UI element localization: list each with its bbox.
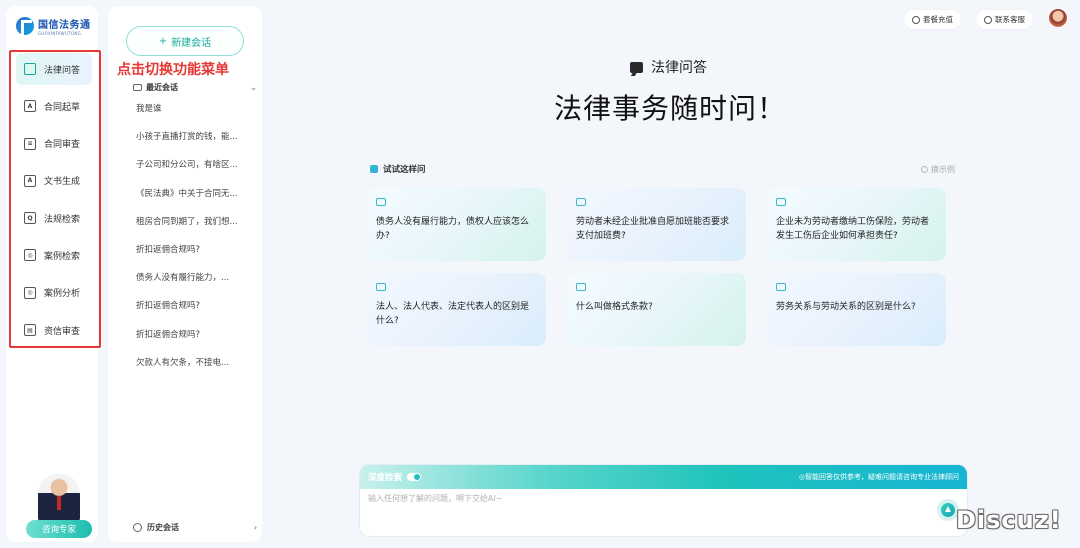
contract-review-icon: ≡ bbox=[24, 137, 36, 150]
chat-icon bbox=[376, 198, 386, 206]
nav-item-label: 案例检索 bbox=[44, 251, 81, 262]
example-card[interactable]: 劳动者未经企业批准自愿加班能否要求支付加班费? bbox=[567, 188, 746, 261]
chat-bubble-icon bbox=[630, 61, 643, 73]
chat-icon bbox=[776, 283, 786, 291]
session-item[interactable]: 折扣返佣合规吗? bbox=[136, 329, 246, 357]
nav-item-label: 法规检索 bbox=[44, 214, 81, 225]
logo-icon bbox=[16, 17, 34, 35]
deep-search-toggle[interactable] bbox=[407, 473, 422, 481]
user-avatar[interactable] bbox=[1048, 8, 1068, 28]
session-item[interactable]: 子公司和分公司，有啥区... bbox=[136, 159, 246, 187]
history-sessions[interactable]: 历史会话 › bbox=[133, 522, 257, 533]
nav-item-label: 案例分析 bbox=[44, 289, 81, 300]
session-list: 我是谁 小孩子直播打赏的钱，能... 子公司和分公司，有啥区... 《民法典》中… bbox=[136, 103, 246, 385]
refresh-label: 换示例 bbox=[931, 165, 955, 174]
question-input[interactable] bbox=[368, 494, 928, 503]
session-item[interactable]: 租房合同到期了，我们想... bbox=[136, 216, 246, 244]
sparkle-icon bbox=[370, 165, 378, 173]
mode-title: 法律问答 bbox=[630, 57, 707, 77]
example-card[interactable]: 什么叫做格式条款? bbox=[567, 273, 746, 346]
example-question: 企业未为劳动者缴纳工伤保险，劳动者发生工伤后企业如何承担责任? bbox=[776, 217, 930, 241]
nav-item-contract-review[interactable]: ≡ 合同审查 bbox=[16, 128, 92, 160]
example-question: 劳动者未经企业批准自愿加班能否要求支付加班费? bbox=[576, 217, 730, 241]
chat-icon bbox=[576, 283, 586, 291]
nav-item-legal-qa[interactable]: 法律问答 bbox=[16, 53, 92, 85]
nav-item-case-search[interactable]: ◎ 案例检索 bbox=[16, 239, 92, 271]
example-question: 什么叫做格式条款? bbox=[576, 302, 653, 312]
document-generate-icon: A bbox=[24, 174, 36, 187]
history-label: 历史会话 bbox=[147, 523, 179, 532]
law-search-icon: Q bbox=[24, 212, 36, 225]
support-button[interactable]: 联系客服 bbox=[976, 10, 1033, 29]
nav-item-label: 合同起草 bbox=[44, 102, 81, 113]
example-card[interactable]: 债务人没有履行能力，债权人应该怎么办? bbox=[367, 188, 546, 261]
case-search-icon: ◎ bbox=[24, 249, 36, 262]
logo[interactable]: 国信法务通 GUOXINFAWUTONG bbox=[16, 16, 91, 36]
refresh-examples-button[interactable]: 换示例 bbox=[921, 164, 955, 175]
recent-sessions-header[interactable]: 最近会话 ⌄ bbox=[133, 82, 257, 93]
example-question: 法人、法人代表、法定代表人的区别是什么? bbox=[376, 302, 530, 326]
session-item[interactable]: 折扣返佣合规吗? bbox=[136, 244, 246, 272]
plus-icon: + bbox=[158, 35, 168, 47]
example-card[interactable]: 劳务关系与劳动关系的区别是什么? bbox=[767, 273, 946, 346]
session-item[interactable]: 债务人没有履行能力，... bbox=[136, 272, 246, 300]
chat-input-panel: 深度检索 ◎智能回答仅供参考，疑难问题请咨询专业法律顾问 bbox=[359, 464, 968, 537]
consult-expert[interactable]: 咨询专家 bbox=[20, 472, 98, 542]
session-item[interactable]: 我是谁 bbox=[136, 103, 246, 131]
support-label: 联系客服 bbox=[995, 15, 1025, 24]
headset-icon bbox=[984, 15, 992, 24]
recent-sessions-label: 最近会话 bbox=[146, 83, 178, 92]
nav-item-contract-draft[interactable]: A 合同起草 bbox=[16, 90, 92, 122]
nav-item-document-generate[interactable]: A 文书生成 bbox=[16, 165, 92, 197]
input-toolbar: 深度检索 ◎智能回答仅供参考，疑难问题请咨询专业法律顾问 bbox=[360, 465, 967, 489]
chevron-right-icon: › bbox=[253, 523, 257, 532]
recharge-label: 套餐充值 bbox=[923, 15, 953, 24]
case-analysis-icon: ◎ bbox=[24, 286, 36, 299]
chat-icon bbox=[776, 198, 786, 206]
hero-heading: 法律事务随时问！ bbox=[554, 92, 787, 125]
nav-item-label: 合同审查 bbox=[44, 140, 81, 151]
nav-menu: 法律问答 A 合同起草 ≡ 合同审查 A 文书生成 Q 法规检索 ◎ 案例检索 … bbox=[16, 53, 92, 351]
nav-item-credit-review[interactable]: ▤ 资信审查 bbox=[16, 314, 92, 346]
recharge-button[interactable]: 套餐充值 bbox=[904, 10, 961, 29]
session-panel: + 新建会话 最近会话 ⌄ 我是谁 小孩子直播打赏的钱，能... 子公司和分公司… bbox=[108, 6, 262, 542]
example-card[interactable]: 企业未为劳动者缴纳工伤保险，劳动者发生工伤后企业如何承担责任? bbox=[767, 188, 946, 261]
chat-icon bbox=[24, 63, 36, 75]
watermark: Discuz! bbox=[956, 506, 1062, 534]
nav-item-case-analysis[interactable]: ◎ 案例分析 bbox=[16, 277, 92, 309]
example-card[interactable]: 法人、法人代表、法定代表人的区别是什么? bbox=[367, 273, 546, 346]
new-chat-label: 新建会话 bbox=[171, 37, 212, 49]
try-asking-label: 试试这样问 bbox=[383, 165, 426, 175]
deep-search-label: 深度检索 bbox=[368, 473, 403, 483]
logo-name: 国信法务通 bbox=[38, 20, 91, 31]
new-chat-button[interactable]: + 新建会话 bbox=[126, 26, 244, 56]
nav-item-label: 法律问答 bbox=[44, 65, 81, 76]
session-item[interactable]: 折扣返佣合规吗? bbox=[136, 300, 246, 328]
session-item[interactable]: 《民法典》中关于合同无... bbox=[136, 188, 246, 216]
credit-review-icon: ▤ bbox=[24, 324, 36, 337]
annotation-text: 点击切换功能菜单 bbox=[117, 62, 229, 78]
nav-item-label: 文书生成 bbox=[44, 177, 81, 188]
logo-subtitle: GUOXINFAWUTONG bbox=[38, 31, 82, 36]
coin-icon bbox=[912, 15, 920, 24]
example-question: 劳务关系与劳动关系的区别是什么? bbox=[776, 302, 916, 312]
send-arrow-icon bbox=[941, 503, 955, 517]
chat-icon bbox=[576, 198, 586, 206]
clock-icon bbox=[133, 523, 142, 532]
chat-icon bbox=[133, 84, 142, 91]
consult-expert-button[interactable]: 咨询专家 bbox=[26, 520, 92, 538]
session-item[interactable]: 小孩子直播打赏的钱，能... bbox=[136, 131, 246, 159]
chat-icon bbox=[376, 283, 386, 291]
mode-title-text: 法律问答 bbox=[651, 60, 707, 76]
contract-draft-icon: A bbox=[24, 100, 36, 113]
nav-item-label: 资信审查 bbox=[44, 326, 81, 337]
refresh-icon bbox=[921, 166, 928, 173]
chevron-down-icon: ⌄ bbox=[250, 83, 257, 92]
try-asking-header: 试试这样问 bbox=[370, 163, 426, 175]
disclaimer-text: ◎智能回答仅供参考，疑难问题请咨询专业法律顾问 bbox=[798, 473, 959, 481]
session-item[interactable]: 欠款人有欠条，不接电... bbox=[136, 357, 246, 385]
nav-item-law-search[interactable]: Q 法规检索 bbox=[16, 202, 92, 234]
example-question: 债务人没有履行能力，债权人应该怎么办? bbox=[376, 217, 530, 241]
